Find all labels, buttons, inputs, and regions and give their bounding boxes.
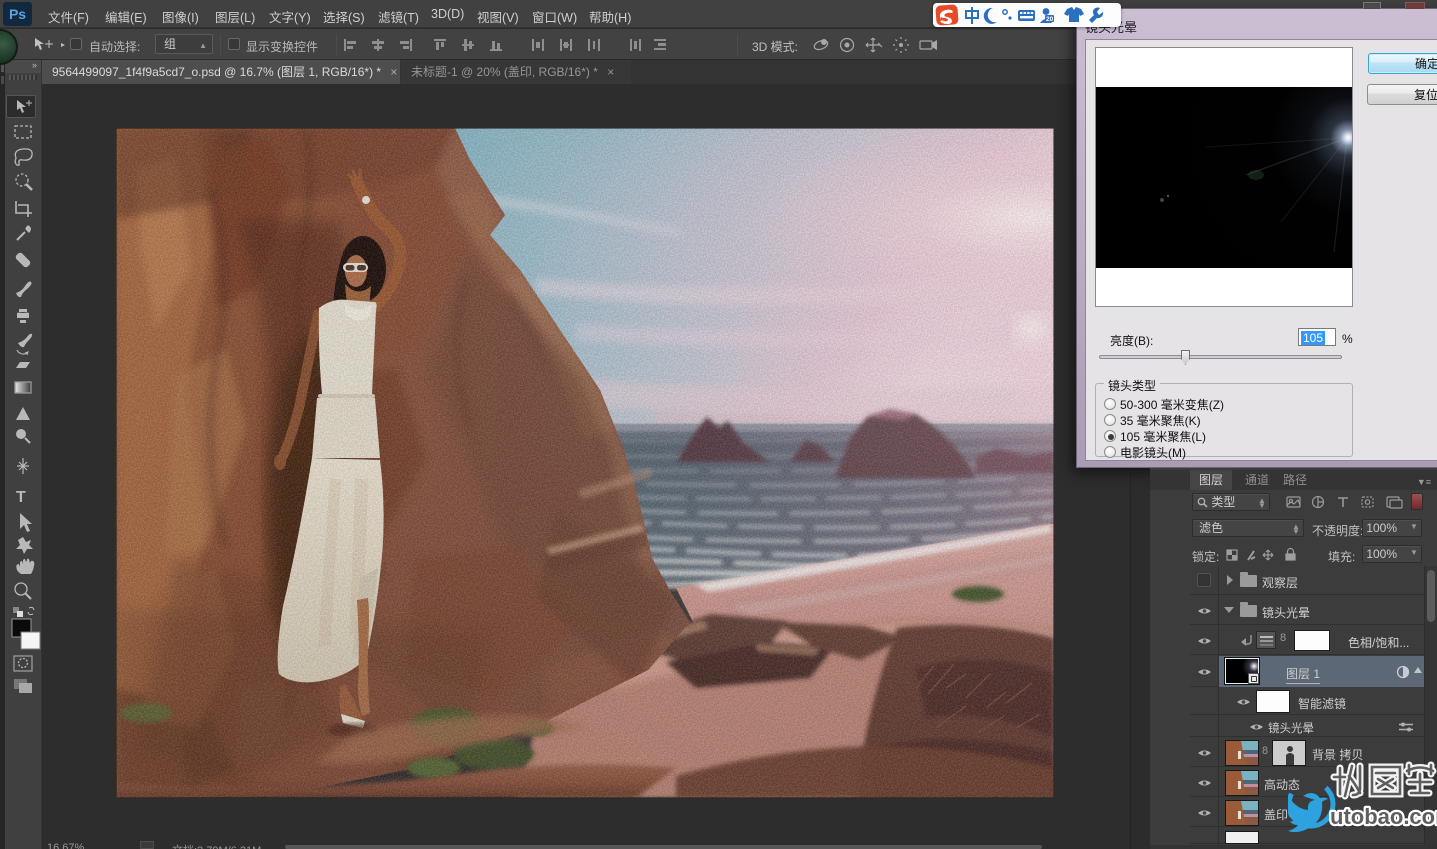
svg-text:T: T: [16, 489, 26, 506]
svg-text:20: 20: [1046, 16, 1054, 23]
svg-text:utobao.com: utobao.com: [1330, 804, 1437, 829]
